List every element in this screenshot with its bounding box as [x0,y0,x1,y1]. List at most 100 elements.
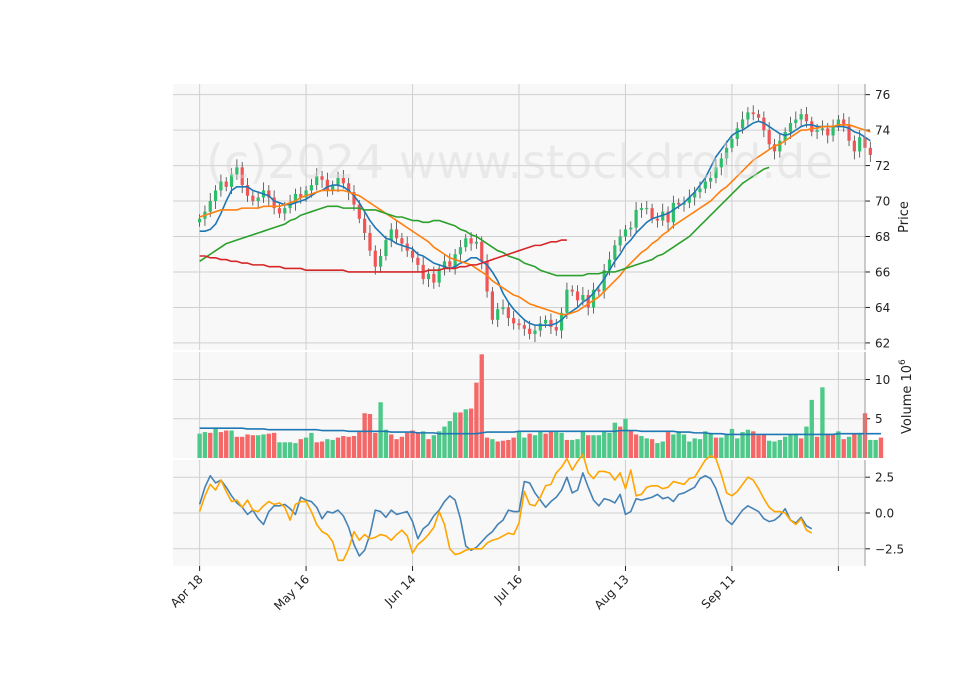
candle-body [634,209,638,228]
candle-body [655,218,659,221]
volume-bar [772,441,777,458]
volume-bar [261,434,266,458]
candle-body [389,229,393,241]
candle-body [368,232,372,251]
volume-bar [484,437,490,458]
candle-body [506,307,510,319]
volume-bar [793,433,798,458]
candle-body [480,241,484,262]
candle-body [650,208,654,219]
volume-bar [687,441,692,458]
candle-body [256,197,260,202]
candle-body [464,238,468,248]
volume-bar [197,433,202,458]
candle-body [799,114,803,120]
volume-bar [724,434,729,458]
volume-bar [399,436,405,458]
volume-bar [538,431,543,458]
candle-body [570,289,574,292]
volume-bar [426,439,431,458]
volume-bar [506,439,511,458]
candle-body [373,250,377,267]
volume-bar [729,428,735,458]
volume-bar [532,435,538,458]
candle-body [448,261,452,267]
y-tick-label: 68 [875,230,890,244]
candle-body [671,202,675,223]
volume-bar [218,432,224,458]
volume-bar [649,439,655,458]
volume-bar [495,441,500,458]
volume-bar [346,436,351,458]
candle-body [740,119,745,129]
price-axis-label: Price [897,201,912,233]
y-tick-label: 72 [875,159,890,173]
candle-body [554,326,558,331]
volume-bar [836,431,841,458]
watermark-text: (c)2024 www.stockdroid.de [206,135,834,189]
volume-bar [703,431,708,458]
volume-bar [224,430,229,458]
candle-body [746,112,750,120]
volume-bar [314,442,319,458]
volume-bar [389,434,394,458]
volume-bar [655,443,660,458]
volume-bar [591,435,596,458]
candle-body [618,236,622,246]
candle-body [868,147,872,155]
candle-body [788,123,793,132]
candle-body [533,330,537,335]
candle-body [208,201,212,212]
candle-body [751,112,755,115]
volume-bar [436,431,442,458]
volume-bar [373,432,378,458]
volume-bar [229,430,234,458]
volume-bar [607,432,612,458]
volume-bar [719,437,724,458]
volume-panel: 5 10 Volume 106 [173,352,915,458]
volume-bar [522,437,527,458]
candle-body [432,273,436,283]
candle-body [416,257,420,265]
volume-bar [809,399,814,458]
volume-bar [415,432,421,458]
volume-bar [527,433,532,458]
candle-body [363,218,367,233]
volume-bar [319,441,325,458]
candle-body [858,137,862,152]
y-tick-label: 64 [875,301,890,315]
candle-body [512,318,516,324]
volume-bar [873,439,878,458]
candle-body [852,140,856,152]
volume-bar [628,430,633,458]
volume-bar [681,434,687,458]
candle-body [283,208,287,214]
volume-bar [697,439,703,458]
volume-bar [394,439,399,458]
volume-bar [644,438,649,458]
volume-bar [442,426,447,458]
volume-bar [490,439,495,458]
volume-bar [777,439,783,458]
volume-bar [564,439,570,458]
volume-bar [213,428,218,458]
volume-bar [277,442,282,458]
volume-bar [543,433,548,458]
y-tick-label: 62 [875,336,890,350]
volume-bar [405,432,410,458]
volume-bar [559,432,564,458]
volume-bar [841,439,846,458]
y-tick-label: 70 [875,195,890,209]
volume-bar [516,432,522,458]
volume-bar [341,436,346,458]
volume-bar [208,432,213,458]
y-tick-label: 76 [875,88,890,102]
candle-body [645,208,649,210]
y-tick-label: 10 [875,373,890,387]
volume-bar [830,433,836,458]
candle-body [629,227,633,230]
volume-bar [500,440,506,458]
candle-body [597,289,601,292]
volume-bar [255,435,261,458]
y-tick-label: −2.5 [875,542,904,556]
